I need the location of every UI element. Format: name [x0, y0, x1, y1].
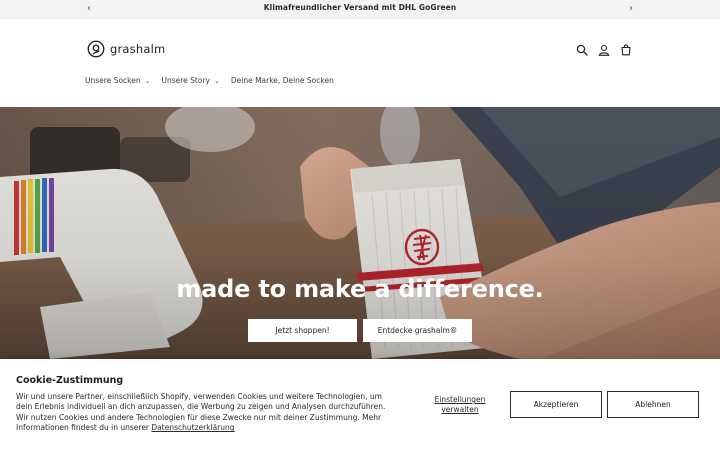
- announcement-text: Klimafreundlicher Versand mit DHL GoGree…: [263, 3, 457, 12]
- hero-image: [0, 107, 720, 359]
- shop-now-button[interactable]: Jetzt shoppen!: [248, 319, 357, 342]
- main-nav: Unsere Socken ⌄ Unsere Story ⌄ Deine Mar…: [85, 76, 334, 85]
- chevron-right-icon[interactable]: ›: [624, 3, 638, 15]
- announcement-bar: ‹ Klimafreundlicher Versand mit DHL GoGr…: [0, 0, 720, 19]
- logo-text: grashalm: [110, 42, 166, 56]
- nav-item-label: Unsere Socken: [85, 76, 141, 85]
- privacy-policy-link[interactable]: Datenschutzerklärung: [151, 423, 234, 432]
- cookie-description: Wir und unsere Partner, einschließlich S…: [16, 392, 388, 434]
- logo[interactable]: grashalm: [87, 40, 165, 58]
- chevron-down-icon: ⌄: [144, 76, 151, 85]
- cookie-banner: Cookie-Zustimmung Wir und unsere Partner…: [0, 359, 720, 450]
- cart-icon[interactable]: [618, 42, 634, 58]
- hero-banner: made to make a difference. Jetzt shoppen…: [0, 107, 720, 359]
- logo-mark-icon: [87, 40, 105, 58]
- nav-item-label: Deine Marke, Deine Socken: [230, 76, 334, 85]
- chevron-down-icon: ⌄: [213, 76, 220, 85]
- accept-button[interactable]: Akzeptieren: [510, 391, 602, 418]
- nav-item-unsere-story[interactable]: Unsere Story ⌄: [161, 76, 219, 85]
- header-icons: [574, 42, 634, 58]
- search-icon[interactable]: [574, 42, 590, 58]
- account-icon[interactable]: [596, 42, 612, 58]
- nav-item-label: Unsere Story: [161, 76, 210, 85]
- nav-item-deine-marke[interactable]: Deine Marke, Deine Socken: [231, 76, 334, 85]
- hero-headline: made to make a difference.: [176, 275, 544, 303]
- nav-item-unsere-socken[interactable]: Unsere Socken ⌄: [85, 76, 150, 85]
- decline-button[interactable]: Ablehnen: [607, 391, 699, 418]
- manage-settings-link[interactable]: Einstellungen verwalten: [430, 395, 490, 415]
- discover-grashalm-button[interactable]: Entdecke grashalm®: [363, 319, 472, 342]
- cookie-title: Cookie-Zustimmung: [16, 375, 124, 386]
